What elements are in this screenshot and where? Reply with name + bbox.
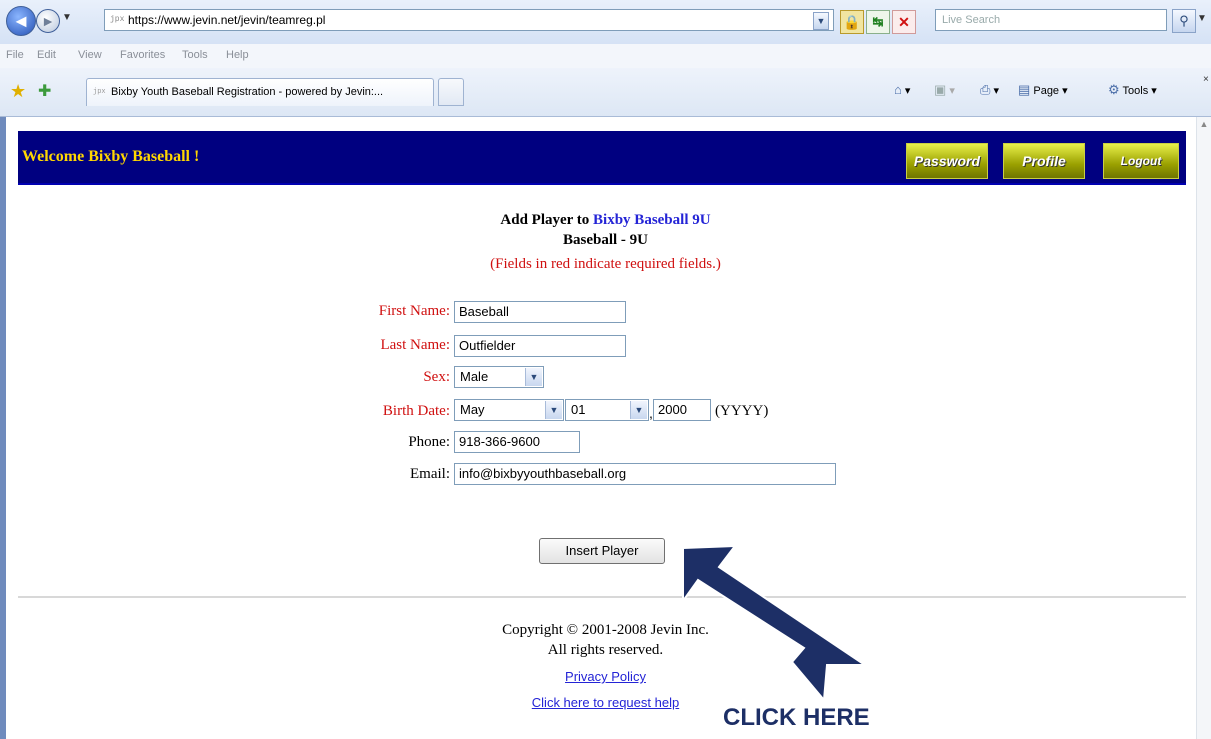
tab-favicon-icon: jpx (93, 88, 106, 96)
copyright-text: Copyright © 2001-2008 Jevin Inc. (502, 622, 709, 638)
chevron-down-icon: ▼ (525, 368, 542, 386)
year-format-hint: (YYYY) (715, 403, 769, 419)
first-name-field[interactable]: Baseball (454, 301, 626, 323)
menu-tools[interactable]: Tools (182, 49, 208, 61)
search-input[interactable]: Live Search (935, 9, 1167, 31)
page-icon: ▤ (1018, 82, 1031, 97)
tab-active[interactable]: jpx Bixby Youth Baseball Registration - … (86, 78, 434, 106)
menu-help[interactable]: Help (226, 49, 249, 61)
address-text[interactable]: https://www.jevin.net/jevin/teamreg.pl (128, 13, 325, 27)
history-dropdown-icon[interactable]: ▼ (62, 12, 72, 23)
divider (18, 596, 1186, 598)
birth-year-field[interactable]: 2000 (653, 399, 711, 421)
refresh-icon[interactable]: ↹ (866, 10, 890, 34)
new-tab-button[interactable] (438, 78, 464, 106)
email-field[interactable]: info@bixbyyouthbaseball.org (454, 463, 836, 485)
click-here-callout: CLICK HERE (723, 704, 870, 731)
birth-date-label: Birth Date: (382, 403, 450, 419)
chevron-down-icon: ▼ (545, 401, 562, 419)
menu-view[interactable]: View (78, 49, 102, 61)
logout-button[interactable]: Logout (1103, 143, 1179, 179)
add-favorite-icon[interactable]: ✚ (38, 81, 51, 101)
tools-menu-label: Tools (1122, 85, 1149, 97)
request-help-link[interactable]: Click here to request help (0, 695, 1211, 710)
chevron-down-icon: ▼ (630, 401, 647, 419)
phone-field[interactable]: 918-366-9600 (454, 431, 580, 453)
feeds-icon[interactable]: ▣ ▾ (934, 82, 955, 98)
page-menu[interactable]: ▤ Page ▾ (1018, 82, 1068, 98)
scroll-up-icon[interactable]: ▲ (1198, 119, 1210, 131)
welcome-message: Welcome Bixby Baseball ! (22, 148, 200, 165)
first-name-label: First Name: (378, 303, 450, 319)
insert-player-button[interactable]: Insert Player (539, 538, 665, 564)
stop-icon[interactable]: ✕ (892, 10, 916, 34)
birth-month-value: May (460, 402, 485, 417)
profile-button[interactable]: Profile (1003, 143, 1085, 179)
required-fields-note: (Fields in red indicate required fields.… (490, 256, 721, 272)
form-heading-prefix: Add Player to (500, 212, 594, 228)
birth-month-select[interactable]: May ▼ (454, 399, 564, 421)
menu-favorites[interactable]: Favorites (120, 49, 165, 61)
form-heading: Add Player to Bixby Baseball 9U (0, 212, 1211, 229)
lock-icon[interactable]: 🔒 (840, 10, 864, 34)
email-label: Email: (410, 466, 450, 482)
back-arrow-icon[interactable]: ◄ (6, 6, 36, 36)
forward-arrow-icon[interactable]: ► (36, 9, 60, 33)
team-name-link[interactable]: Bixby Baseball 9U (593, 212, 711, 228)
menu-bar: File Edit View Favorites Tools Help (0, 44, 1211, 69)
privacy-policy-link[interactable]: Privacy Policy (0, 669, 1211, 684)
close-icon[interactable]: × (1203, 74, 1209, 85)
last-name-field[interactable]: Outfielder (454, 335, 626, 357)
phone-label: Phone: (408, 434, 450, 450)
tools-menu[interactable]: ⚙ Tools ▾ (1108, 82, 1157, 98)
rights-text: All rights reserved. (547, 642, 664, 658)
site-banner: Welcome Bixby Baseball ! Password Profil… (18, 131, 1186, 185)
birth-day-value: 01 (571, 402, 586, 417)
form-subheading: Baseball - 9U (562, 232, 648, 248)
search-placeholder: Live Search (942, 14, 1001, 26)
sex-select[interactable]: Male ▼ (454, 366, 544, 388)
sex-label: Sex: (423, 369, 450, 385)
sex-value: Male (460, 369, 489, 384)
search-options-dropdown-icon[interactable]: ▼ (1197, 13, 1207, 24)
menu-file[interactable]: File (6, 49, 24, 61)
gear-icon: ⚙ (1108, 82, 1120, 97)
password-button[interactable]: Password (906, 143, 988, 179)
search-icon[interactable]: ⚲ (1172, 9, 1196, 33)
address-bar[interactable]: jpx https://www.jevin.net/jevin/teamreg.… (104, 9, 834, 31)
tab-title[interactable]: Bixby Youth Baseball Registration - powe… (111, 86, 383, 98)
home-icon[interactable]: ⌂ ▾ (894, 82, 910, 97)
address-dropdown-icon[interactable]: ▼ (813, 12, 829, 30)
page-menu-label: Page (1033, 85, 1060, 97)
print-icon[interactable]: ⎙ ▾ (980, 82, 999, 98)
birth-day-select[interactable]: 01 ▼ (565, 399, 649, 421)
favorites-star-icon[interactable]: ★ (10, 81, 26, 102)
menu-edit[interactable]: Edit (37, 49, 56, 61)
site-favicon-icon: jpx (110, 15, 125, 24)
last-name-label: Last Name: (380, 337, 450, 353)
